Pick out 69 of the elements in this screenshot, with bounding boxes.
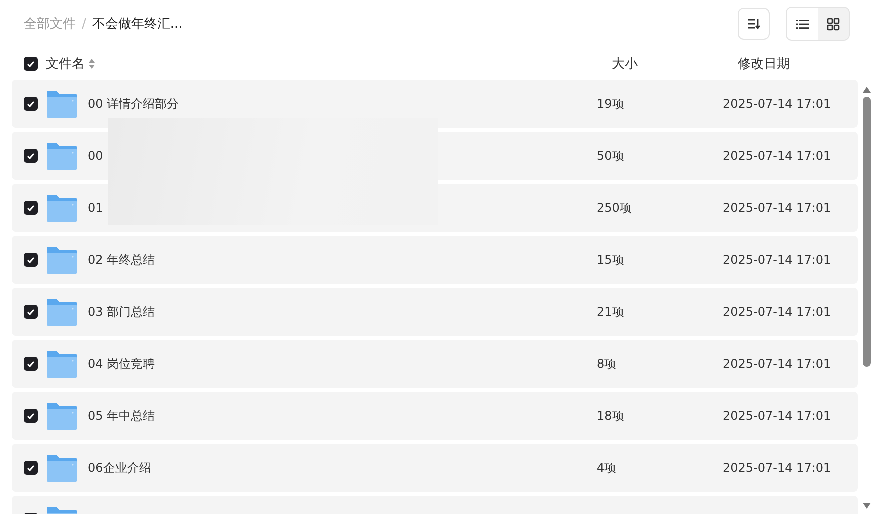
row-checkbox[interactable] xyxy=(24,97,38,111)
file-size: 19项 xyxy=(597,96,626,112)
file-name: 03 部门总结 xyxy=(88,304,156,320)
check-icon xyxy=(27,308,35,316)
check-icon xyxy=(27,412,35,420)
breadcrumb-separator: / xyxy=(82,16,86,32)
list-view-button[interactable] xyxy=(787,8,818,40)
sort-button[interactable] xyxy=(738,8,770,40)
file-size: 4项 xyxy=(597,460,618,476)
sort-icon xyxy=(747,18,761,30)
modified-date: 2025-07-14 17:01 xyxy=(723,97,832,111)
column-header[interactable]: 修改日期 xyxy=(738,55,790,73)
file-row[interactable]: 00 详情介绍部分 19项 2025-07-14 17:01 xyxy=(12,80,858,128)
column-header[interactable]: 大小 xyxy=(612,55,738,73)
modified-date: 2025-07-14 17:01 xyxy=(723,253,832,267)
file-row[interactable]: 02 年终总结 15项 2025-07-14 17:01 xyxy=(12,236,858,284)
grid-icon xyxy=(827,18,840,30)
file-size: 8项 xyxy=(597,356,618,372)
breadcrumb-item[interactable]: 不会做年终汇... xyxy=(92,15,183,33)
file-name: 02 年终总结 xyxy=(88,252,156,268)
row-checkbox[interactable] xyxy=(24,305,38,319)
scroll-up-icon[interactable] xyxy=(862,86,872,94)
column-header[interactable]: 文件名 xyxy=(46,55,85,73)
check-icon xyxy=(27,256,35,264)
file-row[interactable]: 03 部门总结 21项 2025-07-14 17:01 xyxy=(12,288,858,336)
folder-icon xyxy=(47,454,77,482)
folder-icon xyxy=(47,142,77,170)
scroll-down-icon[interactable] xyxy=(862,502,872,510)
folder-icon xyxy=(47,402,77,430)
row-checkbox[interactable] xyxy=(24,149,38,163)
check-icon xyxy=(27,100,35,108)
row-checkbox[interactable] xyxy=(24,461,38,475)
row-checkbox[interactable] xyxy=(24,253,38,267)
modified-date: 2025-07-14 17:01 xyxy=(723,305,832,319)
select-all-checkbox[interactable] xyxy=(24,57,38,71)
file-size: 21项 xyxy=(597,304,626,320)
row-checkbox[interactable] xyxy=(24,357,38,371)
check-icon xyxy=(27,152,35,160)
file-name: 04 岗位竞聘 xyxy=(88,356,156,372)
check-icon xyxy=(27,360,35,368)
modified-date: 2025-07-14 17:01 xyxy=(723,461,832,475)
folder-icon xyxy=(47,298,77,326)
modified-date: 2025-07-14 17:01 xyxy=(723,201,832,215)
check-icon xyxy=(27,464,35,472)
file-size: 15项 xyxy=(597,252,626,268)
modified-date: 2025-07-14 17:01 xyxy=(723,409,832,423)
file-size: 50项 xyxy=(597,148,626,164)
sort-arrows-icon xyxy=(89,59,95,69)
folder-icon xyxy=(47,90,77,118)
file-name: 00 xyxy=(88,149,104,163)
file-name: 01 xyxy=(88,201,104,215)
file-name: 00 详情介绍部分 xyxy=(88,96,180,112)
row-checkbox[interactable] xyxy=(24,201,38,215)
file-name: 05 年中总结 xyxy=(88,408,156,424)
file-row[interactable]: 05 年中总结 18项 2025-07-14 17:01 xyxy=(12,392,858,440)
row-checkbox[interactable] xyxy=(24,409,38,423)
modified-date: 2025-07-14 17:01 xyxy=(723,149,832,163)
folder-icon xyxy=(47,350,77,378)
file-size: 250项 xyxy=(597,200,633,216)
folder-icon xyxy=(47,246,77,274)
check-icon xyxy=(27,204,35,212)
file-row[interactable]: 04 岗位竞聘 8项 2025-07-14 17:01 xyxy=(12,340,858,388)
list-icon xyxy=(796,18,809,30)
file-row[interactable]: 06企业介绍 4项 2025-07-14 17:01 xyxy=(12,444,858,492)
file-size: 18项 xyxy=(597,408,626,424)
folder-icon xyxy=(47,194,77,222)
check-icon xyxy=(27,60,35,68)
modified-date: 2025-07-14 17:01 xyxy=(723,357,832,371)
file-name: 06企业介绍 xyxy=(88,460,152,476)
